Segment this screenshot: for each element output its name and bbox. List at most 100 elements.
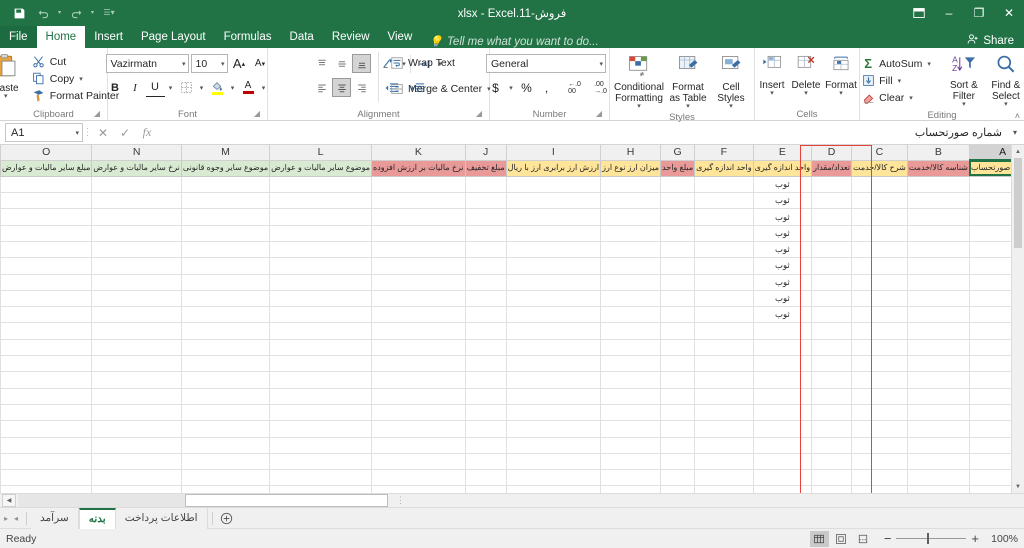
number-dialog-launcher-icon[interactable]: ◢ (596, 107, 602, 120)
cell-N19[interactable] (91, 452, 182, 471)
cell-K7[interactable] (370, 257, 466, 275)
column-header-f[interactable]: F (694, 145, 754, 161)
align-middle-button[interactable] (332, 54, 351, 73)
column-header-e[interactable]: E (752, 145, 813, 161)
cell-D5[interactable] (811, 224, 853, 242)
borders-button[interactable] (177, 78, 196, 97)
cell-E17[interactable] (752, 420, 813, 438)
cell-F10[interactable] (694, 306, 754, 324)
sort-filter-dropdown-icon[interactable]: ▾ (962, 101, 966, 108)
cell-N12[interactable] (91, 338, 182, 357)
cell-O19[interactable] (0, 452, 93, 471)
cell-B14[interactable] (906, 371, 970, 389)
column-header-j[interactable]: J (464, 145, 507, 161)
autosum-dropdown-icon[interactable]: ▾ (927, 60, 931, 68)
cell-B16[interactable] (906, 403, 970, 422)
tab-review[interactable]: Review (323, 26, 379, 48)
customize-qat-icon[interactable]: ☰▾ (98, 3, 120, 23)
cell-N4[interactable] (91, 208, 182, 226)
cell-K21[interactable] (370, 485, 466, 493)
cell-M13[interactable] (180, 355, 271, 373)
cell-M15[interactable] (180, 387, 271, 405)
cell-N1[interactable]: نرخ سایر مالیات و عوارض (91, 159, 182, 177)
page-layout-view-button[interactable] (832, 531, 851, 547)
cell-F20[interactable] (694, 469, 754, 487)
cell-G12[interactable] (660, 338, 696, 357)
cell-H21[interactable] (600, 485, 662, 493)
cell-D16[interactable] (811, 403, 853, 422)
confirm-entry-button[interactable]: ✓ (114, 123, 136, 143)
cell-F2[interactable] (694, 175, 754, 194)
cell-I20[interactable] (505, 469, 602, 487)
zoom-slider-handle[interactable] (927, 533, 930, 544)
cell-C21[interactable] (851, 485, 908, 493)
number-format-chevron-down-icon[interactable]: ▾ (595, 60, 603, 68)
column-header-i[interactable]: I (505, 145, 602, 161)
cell-O20[interactable] (0, 469, 93, 487)
cell-K8[interactable] (370, 273, 466, 291)
cell-E2[interactable]: ثوب (752, 175, 813, 194)
redo-icon[interactable] (65, 3, 87, 23)
cell-N16[interactable] (91, 403, 182, 422)
cell-H17[interactable] (600, 420, 662, 438)
cell-O7[interactable] (0, 257, 93, 275)
font-color-button[interactable]: A (239, 78, 258, 97)
cell-K3[interactable] (370, 192, 466, 210)
cell-E6[interactable]: ثوب (752, 240, 813, 259)
cell-C20[interactable] (851, 469, 908, 487)
cell-B3[interactable] (906, 192, 970, 210)
cell-H1[interactable]: میزان ارز نوع ارز (600, 159, 662, 177)
cell-D8[interactable] (811, 273, 853, 291)
undo-icon[interactable] (32, 3, 54, 23)
cell-E11[interactable] (752, 322, 813, 340)
cell-G9[interactable] (660, 289, 696, 308)
cell-G14[interactable] (660, 371, 696, 389)
cancel-entry-button[interactable]: ✕ (92, 123, 114, 143)
accounting-dropdown-icon[interactable]: ▾ (506, 78, 516, 97)
cell-I6[interactable] (505, 240, 602, 259)
underline-button[interactable]: U (145, 78, 165, 97)
fill-dropdown-icon[interactable]: ▾ (898, 77, 902, 85)
cell-J10[interactable] (464, 306, 507, 324)
cell-E15[interactable] (752, 387, 813, 405)
cell-H6[interactable] (600, 240, 662, 259)
clipboard-dialog-launcher-icon[interactable]: ◢ (94, 107, 100, 120)
cell-M9[interactable] (180, 289, 271, 308)
column-header-m[interactable]: M (180, 145, 271, 161)
cell-H11[interactable] (600, 322, 662, 340)
cell-L19[interactable] (269, 452, 372, 471)
fill-button[interactable]: Fill ▾ (857, 72, 935, 89)
cell-F8[interactable] (694, 273, 754, 291)
cell-L7[interactable] (269, 257, 372, 275)
align-right-button[interactable] (352, 78, 371, 97)
cell-F18[interactable] (694, 436, 754, 454)
cell-F14[interactable] (694, 371, 754, 389)
cell-G17[interactable] (660, 420, 696, 438)
cell-J15[interactable] (464, 387, 507, 405)
cell-D10[interactable] (811, 306, 853, 324)
cell-L5[interactable] (269, 224, 372, 242)
scroll-down-arrow-icon[interactable]: ▼ (1012, 480, 1024, 493)
cell-L17[interactable] (269, 420, 372, 438)
cell-O4[interactable] (0, 208, 93, 226)
cell-E14[interactable] (752, 371, 813, 389)
cell-O21[interactable] (0, 485, 93, 493)
delete-cells-dropdown-icon[interactable]: ▾ (804, 90, 808, 97)
cell-B4[interactable] (906, 208, 970, 226)
cell-J20[interactable] (464, 469, 507, 487)
align-top-button[interactable] (312, 54, 331, 73)
cell-C9[interactable] (851, 289, 908, 308)
format-cells-dropdown-icon[interactable]: ▾ (839, 90, 843, 97)
cell-B19[interactable] (906, 452, 970, 471)
cell-I15[interactable] (505, 387, 602, 405)
format-as-table-dropdown-icon[interactable]: ▾ (686, 103, 690, 110)
font-size-combo[interactable]: 10 ▾ (190, 54, 228, 73)
cell-N17[interactable] (91, 420, 182, 438)
cell-D17[interactable] (811, 420, 853, 438)
cell-C19[interactable] (851, 452, 908, 471)
cell-N6[interactable] (91, 240, 182, 259)
cell-H16[interactable] (600, 403, 662, 422)
cell-M17[interactable] (180, 420, 271, 438)
cell-M19[interactable] (180, 452, 271, 471)
cell-B7[interactable] (906, 257, 970, 275)
